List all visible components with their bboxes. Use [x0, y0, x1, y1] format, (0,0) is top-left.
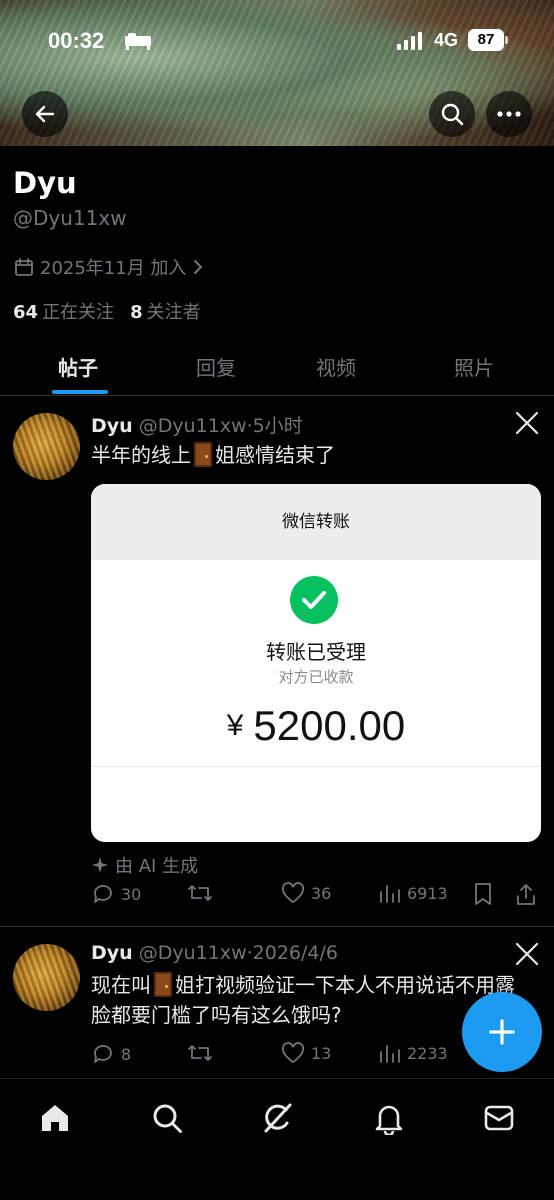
reply-count: 8	[121, 1044, 132, 1064]
post-text-part: 现在叫	[91, 973, 151, 997]
like-button[interactable]: 13	[281, 1042, 331, 1064]
following-link[interactable]: 64 正在关注	[13, 298, 114, 324]
like-button[interactable]: 36	[281, 882, 331, 904]
post-time[interactable]: 2026/4/6	[253, 942, 338, 964]
reply-button[interactable]: 8	[91, 1042, 131, 1066]
share-button[interactable]	[515, 882, 537, 906]
more-button[interactable]	[486, 91, 532, 137]
post-divider	[0, 926, 554, 927]
x-logo-icon[interactable]	[514, 410, 540, 436]
active-tab-indicator	[52, 390, 108, 394]
search-icon	[441, 103, 464, 126]
back-button[interactable]	[22, 91, 68, 137]
views-icon	[380, 1045, 400, 1063]
calendar-icon	[15, 258, 33, 276]
transfer-amount: ¥5200.00	[91, 702, 541, 750]
media-header: 微信转账	[91, 484, 541, 560]
profile-name: Dyu	[13, 166, 77, 200]
post-author-handle[interactable]: @Dyu11xw	[139, 415, 247, 437]
media-body: 转账已受理 对方已收款 ¥5200.00	[91, 560, 541, 842]
tab-videos[interactable]: 视频	[316, 352, 356, 381]
chevron-right-icon	[194, 260, 203, 274]
receipt-status: 对方已收款	[278, 668, 354, 686]
post-header: Dyu @Dyu11xw·2026/4/6	[91, 942, 338, 964]
repost-button[interactable]	[187, 882, 213, 904]
share-icon	[517, 884, 535, 905]
transfer-status: 转账已受理	[266, 640, 366, 664]
x-logo-icon[interactable]	[514, 941, 540, 967]
door-emoji-icon	[194, 442, 212, 467]
ai-generated-label[interactable]: 由 AI 生成	[91, 852, 198, 878]
post-author-name[interactable]: Dyu	[91, 942, 133, 964]
compose-button[interactable]	[462, 992, 542, 1072]
views-button[interactable]: 6913	[379, 882, 448, 904]
reply-count: 30	[121, 884, 142, 904]
profile-handle: @Dyu11xw	[13, 206, 127, 230]
door-emoji-icon	[154, 972, 172, 997]
amount-value: 5200.00	[253, 702, 406, 749]
follow-stats: 64 正在关注 8 关注者	[13, 298, 201, 324]
bookmark-icon	[475, 883, 491, 905]
network-label: 4G	[434, 30, 459, 50]
status-time: 00:32	[48, 28, 105, 53]
search-button[interactable]	[429, 91, 475, 137]
tab-replies[interactable]: 回复	[196, 352, 236, 381]
joined-label: 2025年11月 加入	[40, 258, 187, 279]
bottom-nav	[0, 1078, 554, 1200]
more-horizontal-icon	[497, 111, 521, 117]
avatar[interactable]	[13, 413, 80, 480]
followers-link[interactable]: 8 关注者	[130, 298, 201, 324]
tab-posts[interactable]: 帖子	[58, 352, 98, 381]
post-text-part: 姐感情结束了	[215, 443, 335, 467]
post-actions: 30 36 6913	[91, 882, 541, 910]
joined-date[interactable]: 2025年11月 加入	[14, 254, 204, 280]
followers-label: 关注者	[146, 302, 201, 323]
reply-icon	[94, 885, 112, 903]
post-author-handle[interactable]: @Dyu11xw	[139, 942, 247, 964]
mail-icon[interactable]	[482, 1101, 516, 1135]
followers-count: 8	[130, 302, 143, 323]
following-label: 正在关注	[42, 302, 115, 323]
profile-tabs: 帖子 回复 视频 照片	[0, 340, 554, 396]
battery-icon: 87	[468, 29, 508, 51]
following-count: 64	[13, 302, 39, 323]
post-author-name[interactable]: Dyu	[91, 415, 133, 437]
repost-button[interactable]	[187, 1042, 213, 1064]
post-time[interactable]: 5小时	[253, 415, 303, 437]
post-media-image[interactable]: 微信转账 转账已受理 对方已收款 ¥5200.00	[91, 484, 541, 842]
signal-icon	[397, 32, 422, 50]
view-count: 6913	[407, 883, 448, 903]
currency-symbol: ¥	[226, 709, 244, 742]
search-icon[interactable]	[150, 1101, 184, 1135]
repost-icon	[188, 885, 212, 901]
status-bar: 00:32 4G 87	[0, 28, 554, 58]
heart-icon	[281, 882, 305, 904]
view-count: 2233	[407, 1043, 448, 1063]
post-text: 半年的线上 姐感情结束了	[91, 440, 531, 470]
reply-icon	[94, 1045, 112, 1063]
media-divider	[91, 766, 541, 767]
like-count: 36	[311, 883, 332, 903]
reply-button[interactable]: 30	[91, 882, 141, 906]
grok-icon[interactable]	[260, 1101, 294, 1135]
views-button[interactable]: 2233	[379, 1042, 448, 1064]
post-text-part: 半年的线上	[91, 443, 191, 467]
plus-icon	[489, 1019, 515, 1045]
repost-icon	[188, 1045, 212, 1061]
bookmark-button[interactable]	[473, 882, 493, 906]
heart-icon	[281, 1042, 305, 1064]
post-header: Dyu @Dyu11xw·5小时	[91, 411, 303, 438]
avatar[interactable]	[13, 944, 80, 1011]
sparkle-icon	[92, 857, 108, 873]
home-icon[interactable]	[38, 1101, 72, 1135]
battery-level: 87	[477, 31, 495, 48]
sleep-focus-icon	[125, 33, 151, 50]
views-icon	[380, 885, 400, 903]
arrow-left-icon	[35, 105, 55, 123]
bell-icon[interactable]	[372, 1101, 406, 1135]
check-circle-icon	[290, 576, 338, 624]
ai-label-text: 由 AI 生成	[115, 856, 199, 877]
tab-photos[interactable]: 照片	[454, 352, 494, 381]
like-count: 13	[311, 1043, 332, 1063]
